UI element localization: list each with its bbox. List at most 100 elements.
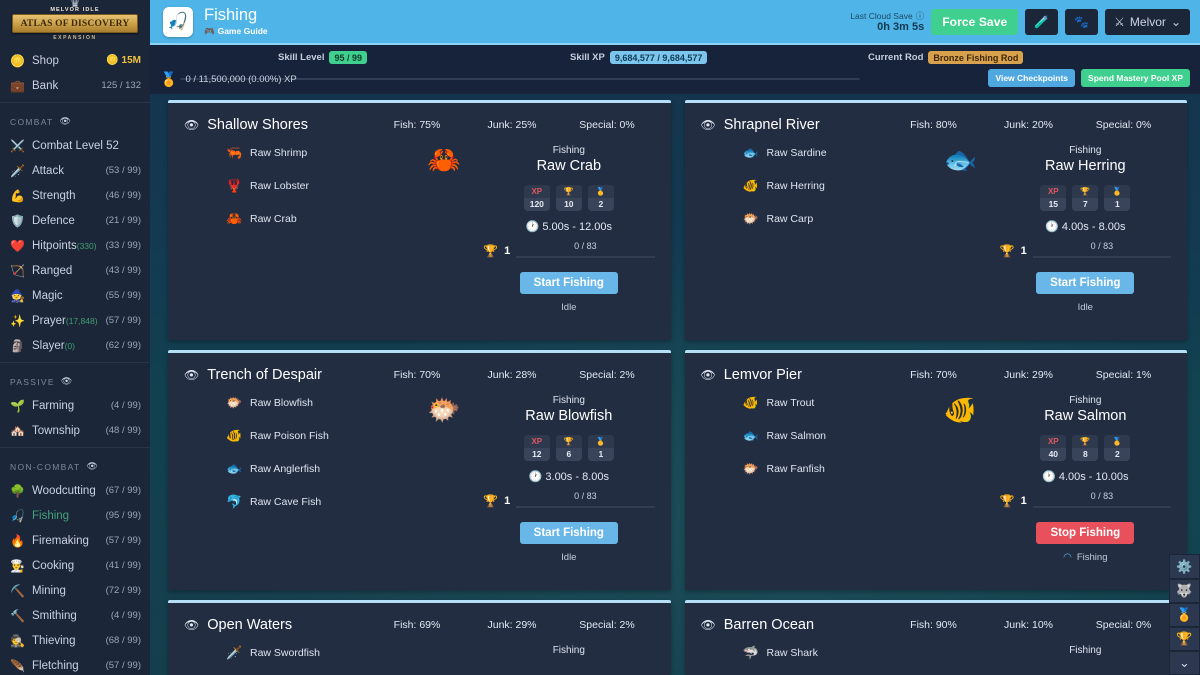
stop-fishing-button[interactable]: Stop Fishing bbox=[1036, 522, 1134, 544]
game-logo[interactable]: ♛ MELVOR IDLE Atlas of Discovery EXPANSI… bbox=[0, 0, 150, 48]
sidebar-item-defence[interactable]: 🛡️Defence(21 / 99) bbox=[0, 208, 150, 233]
current-rod-value[interactable]: Bronze Fishing Rod bbox=[928, 51, 1023, 64]
fish-rate: Fish: 75% bbox=[370, 119, 465, 131]
start-fishing-button[interactable]: Start Fishing bbox=[520, 272, 618, 294]
mastery-row: 🏆10 / 83 bbox=[483, 243, 654, 259]
fish-item[interactable]: 🦀Raw Crab bbox=[226, 211, 405, 227]
skill-icon: 🕵️ bbox=[10, 634, 25, 648]
eye-icon[interactable]: 👁 bbox=[184, 118, 199, 132]
sidebar-item-mining[interactable]: ⛏️Mining(72 / 99) bbox=[0, 578, 150, 603]
sidebar-item-firemaking[interactable]: 🔥Firemaking(57 / 99) bbox=[0, 528, 150, 553]
game-guide-link[interactable]: 🎮 Game Guide bbox=[204, 26, 268, 37]
chip-value: 40 bbox=[1040, 448, 1066, 461]
eye-icon[interactable]: 👁 bbox=[701, 618, 716, 632]
area-header: 👁Shrapnel RiverFish: 80%Junk: 20%Special… bbox=[701, 117, 1172, 133]
fish-item[interactable]: 🐟Raw Anglerfish bbox=[226, 461, 405, 477]
sidebar-item-thieving[interactable]: 🕵️Thieving(68 / 99) bbox=[0, 628, 150, 653]
fish-item[interactable]: 🦞Raw Lobster bbox=[226, 178, 405, 194]
sidebar-item-label: Township bbox=[32, 425, 99, 437]
sidebar-item-strength[interactable]: 💪Strength(46 / 99) bbox=[0, 183, 150, 208]
fish-item[interactable]: 🦈Raw Shark bbox=[743, 645, 922, 661]
eye-icon[interactable]: 👁 bbox=[60, 116, 73, 127]
action-state: Idle bbox=[1000, 302, 1171, 313]
logo-expansion-text: EXPANSION bbox=[53, 35, 96, 41]
start-fishing-button[interactable]: Start Fishing bbox=[520, 522, 618, 544]
sidebar-item-smithing[interactable]: 🔨Smithing(4 / 99) bbox=[0, 603, 150, 628]
sidebar-item-fishing[interactable]: 🎣Fishing(95 / 99) bbox=[0, 503, 150, 528]
chip-value: 1 bbox=[588, 448, 614, 461]
eye-icon[interactable]: 👁 bbox=[61, 376, 74, 387]
reward-chips: XP15🏆7🥇1 bbox=[1000, 185, 1171, 211]
page-header: 🎣 Fishing 🎮 Game Guide Last Cloud Save ⓘ… bbox=[150, 0, 1200, 45]
sidebar-item-label: Mining bbox=[32, 585, 99, 597]
sidebar-item-value: (55 / 99) bbox=[106, 290, 141, 301]
fish-item[interactable]: 🐠Raw Herring bbox=[743, 178, 922, 194]
chip-icon: XP bbox=[524, 435, 550, 448]
view-checkpoints-button[interactable]: View Checkpoints bbox=[988, 69, 1075, 87]
chip-value: 2 bbox=[1104, 448, 1130, 461]
sidebar-item-prayer[interactable]: ✨Prayer(17,848)(57 / 99) bbox=[0, 308, 150, 333]
sidebar-item-attack[interactable]: 🗡️Attack(53 / 99) bbox=[0, 158, 150, 183]
fish-item[interactable]: 🐡Raw Fanfish bbox=[743, 461, 922, 477]
float-action-bar: ⚙️🐺🏅🏆⌄ bbox=[1169, 554, 1200, 675]
skill-icon: 🪶 bbox=[10, 659, 25, 673]
fish-item[interactable]: 🐟Raw Sardine bbox=[743, 145, 922, 161]
sidebar-item-ranged[interactable]: 🏹Ranged(43 / 99) bbox=[0, 258, 150, 283]
fish-item[interactable]: 🗡️Raw Swordfish bbox=[226, 645, 405, 661]
fish-name: Raw Salmon bbox=[767, 430, 827, 442]
settings-icon[interactable]: ⚙️ bbox=[1169, 554, 1200, 579]
collapse-icon[interactable]: ⌄ bbox=[1169, 651, 1200, 675]
eye-icon[interactable]: 👁 bbox=[184, 618, 199, 632]
reward-chip: 🏆10 bbox=[556, 185, 582, 211]
sidebar-item-subvalue: (330) bbox=[77, 241, 97, 251]
sidebar-item-township[interactable]: 🏘️Township(48 / 99) bbox=[0, 418, 150, 443]
fish-item[interactable]: 🦐Raw Shrimp bbox=[226, 145, 405, 161]
fish-item[interactable]: 🐟Raw Salmon bbox=[743, 428, 922, 444]
fish-item[interactable]: 🐠Raw Trout bbox=[743, 395, 922, 411]
sidebar-item-magic[interactable]: 🧙Magic(55 / 99) bbox=[0, 283, 150, 308]
force-save-button[interactable]: Force Save bbox=[931, 9, 1018, 35]
active-action-panel: 🦀FishingRaw CrabXP120🏆10🥇2🕐 5.00s - 12.0… bbox=[405, 145, 654, 313]
clock-icon: 🕐 bbox=[529, 471, 543, 483]
eye-icon[interactable]: 👁 bbox=[701, 118, 716, 132]
potions-button[interactable]: 🧪 bbox=[1025, 9, 1058, 35]
sidebar-item-cooking[interactable]: 👨‍🍳Cooking(41 / 99) bbox=[0, 553, 150, 578]
eye-icon[interactable]: 👁 bbox=[86, 461, 99, 472]
fish-item[interactable]: 🐡Raw Carp bbox=[743, 211, 922, 227]
pet-icon[interactable]: 🐺 bbox=[1169, 579, 1200, 603]
area-rates: Fish: 75%Junk: 25%Special: 0% bbox=[370, 119, 655, 131]
chip-icon: 🥇 bbox=[1104, 185, 1130, 198]
fish-item[interactable]: 🐠Raw Poison Fish bbox=[226, 428, 405, 444]
medal-icon[interactable]: 🏅 bbox=[1169, 603, 1200, 627]
fish-item[interactable]: 🐡Raw Blowfish bbox=[226, 395, 405, 411]
sidebar-item-value: (62 / 99) bbox=[106, 340, 141, 351]
fish-item[interactable]: 🐬Raw Cave Fish bbox=[226, 494, 405, 510]
spinner-icon: ◠ bbox=[1063, 552, 1072, 563]
start-fishing-button[interactable]: Start Fishing bbox=[1036, 272, 1134, 294]
info-icon[interactable]: ⓘ bbox=[916, 11, 925, 22]
special-rate: Special: 2% bbox=[560, 369, 655, 381]
account-menu-button[interactable]: ⚔ Melvor ⌄ bbox=[1105, 9, 1190, 35]
eye-icon[interactable]: 👁 bbox=[701, 368, 716, 382]
reward-chip: 🥇1 bbox=[588, 435, 614, 461]
sidebar-item-slayer[interactable]: 🗿Slayer(0)(62 / 99) bbox=[0, 333, 150, 358]
sidebar-item-farming[interactable]: 🌱Farming(4 / 99) bbox=[0, 393, 150, 418]
sidebar-item-woodcutting[interactable]: 🌳Woodcutting(67 / 99) bbox=[0, 478, 150, 503]
current-rod-group: Current Rod Bronze Fishing Rod bbox=[868, 51, 1023, 64]
sidebar-item-combat-level-52[interactable]: ⚔️Combat Level 52 bbox=[0, 133, 150, 158]
eye-icon[interactable]: 👁 bbox=[184, 368, 199, 382]
sidebar-quick-shop[interactable]: 🪙Shop🪙 15M bbox=[0, 48, 150, 73]
interval-value: 4.00s - 10.00s bbox=[1059, 471, 1129, 483]
fishing-areas-grid: 👁 Shallow Shores Fish: 75%Junk: 25%Special… bbox=[150, 90, 1200, 675]
spend-mastery-pool-button[interactable]: Spend Mastery Pool XP bbox=[1081, 69, 1190, 87]
area-rates: Fish: 90%Junk: 10%Special: 0% bbox=[886, 619, 1171, 631]
sidebar-quick-bank[interactable]: 💼Bank125 / 132 bbox=[0, 73, 150, 98]
trophy-icon[interactable]: 🏆 bbox=[1169, 627, 1200, 651]
sidebar-item-hitpoints[interactable]: ❤️Hitpoints(330)(33 / 99) bbox=[0, 233, 150, 258]
reward-chip: XP15 bbox=[1040, 185, 1066, 211]
pets-button[interactable]: 🐾 bbox=[1065, 9, 1098, 35]
area-title: Shallow Shores bbox=[207, 117, 308, 133]
sidebar-item-fletching[interactable]: 🪶Fletching(57 / 99) bbox=[0, 653, 150, 675]
sidebar-item-value: (41 / 99) bbox=[106, 560, 141, 571]
fish-name: Raw Herring bbox=[767, 180, 825, 192]
